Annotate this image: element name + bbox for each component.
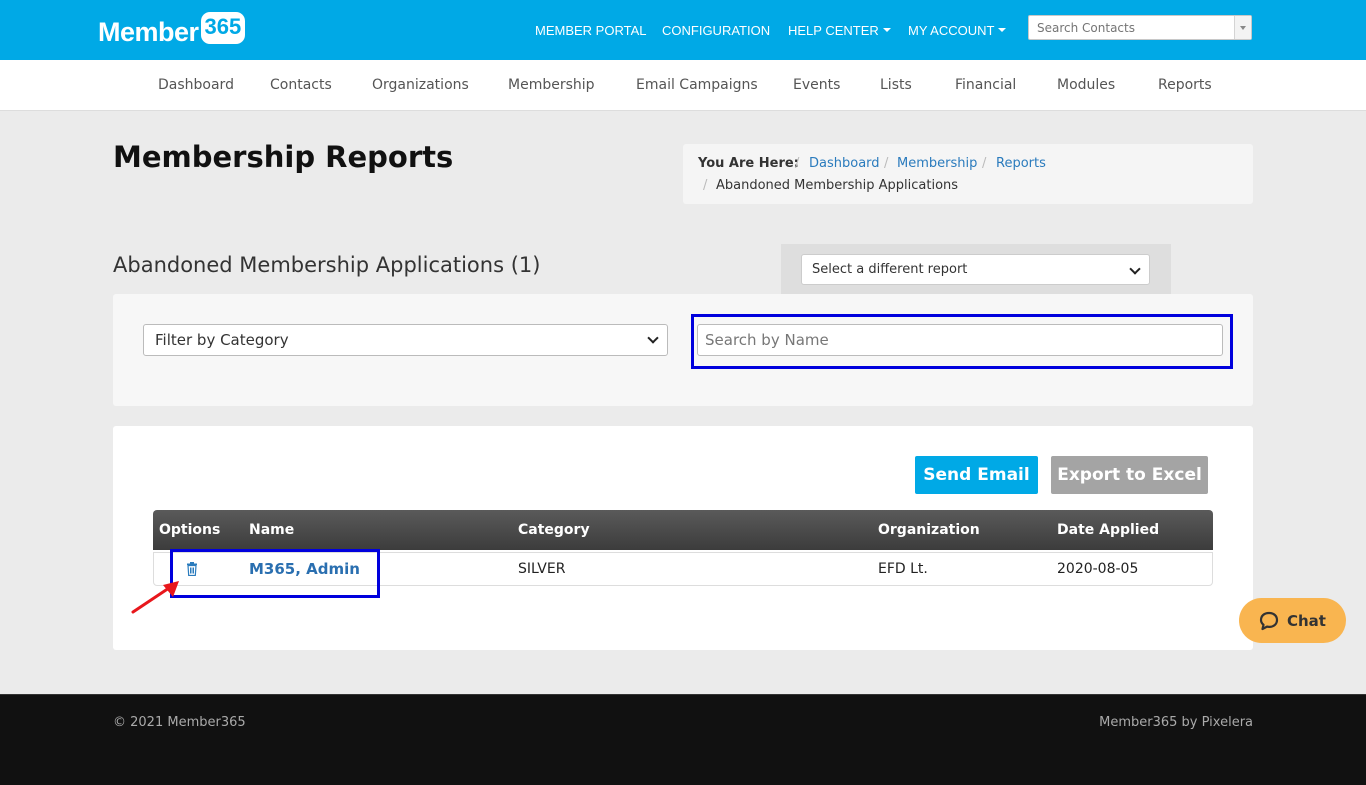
search-contacts-dropdown-toggle[interactable] [1234,16,1251,39]
main-nav-modules[interactable]: Modules [1057,60,1115,111]
column-header-category[interactable]: Category [518,510,590,550]
breadcrumb-separator: / [982,156,987,171]
main-nav-dashboard[interactable]: Dashboard [158,60,234,111]
nav-my-account[interactable]: MY ACCOUNT [908,0,1007,60]
main-nav-financial[interactable]: Financial [955,60,1016,111]
report-select-dropdown[interactable]: Select a different report [801,254,1150,285]
export-excel-button[interactable]: Export to Excel [1051,456,1208,494]
nav-member-portal[interactable]: MEMBER PORTAL [535,0,646,60]
breadcrumb: You Are Here: / Dashboard / Membership /… [683,144,1253,204]
breadcrumb-separator: / [795,156,800,171]
caret-down-icon [998,28,1007,32]
row-highlight-box [170,549,380,598]
report-title: Abandoned Membership Applications (1) [113,253,541,277]
report-select-label: Select a different report [812,262,968,277]
footer: © 2021 Member365 Member365 by Pixelera [0,694,1366,785]
send-email-button[interactable]: Send Email [915,456,1038,494]
footer-copyright: © 2021 Member365 [113,715,246,730]
search-contacts-input[interactable] [1029,16,1234,39]
breadcrumb-current: Abandoned Membership Applications [716,178,959,193]
main-nav-reports[interactable]: Reports [1158,60,1212,111]
main-nav-membership[interactable]: Membership [508,60,595,111]
main-nav-lists[interactable]: Lists [880,60,912,111]
breadcrumb-label: You Are Here: [698,156,799,171]
main-nav-events[interactable]: Events [793,60,840,111]
member-category: SILVER [518,561,566,577]
column-header-options: Options [159,522,221,538]
filter-panel: Filter by Category [113,294,1253,406]
chevron-down-icon [1129,263,1141,275]
breadcrumb-separator: / [884,156,889,171]
category-filter-label: Filter by Category [155,331,289,349]
member365-logo[interactable]: Member 365 [98,10,246,50]
breadcrumb-link-dashboard[interactable]: Dashboard [809,156,880,171]
nav-help-center-label: HELP CENTER [788,22,879,38]
nav-configuration-label: CONFIGURATION [662,22,771,38]
chat-label: Chat [1287,611,1326,630]
nav-member-portal-label: MEMBER PORTAL [535,22,647,38]
column-header-organization[interactable]: Organization [878,510,980,550]
main-nav-email-campaigns[interactable]: Email Campaigns [636,60,758,111]
nav-help-center[interactable]: HELP CENTER [788,0,891,60]
report-select-container: Select a different report [781,244,1171,294]
column-header-date-applied[interactable]: Date Applied [1057,510,1159,550]
nav-configuration[interactable]: CONFIGURATION [662,0,770,60]
results-panel: Send Email Export to Excel Options Name … [113,426,1253,650]
member-organization: EFD Lt. [878,561,928,577]
top-header-bar: Member 365 MEMBER PORTAL CONFIGURATION H… [0,0,1366,60]
name-search-input[interactable] [697,324,1223,356]
nav-my-account-label: MY ACCOUNT [908,22,995,38]
category-filter-select[interactable]: Filter by Category [143,324,668,356]
breadcrumb-separator: / [703,178,708,193]
footer-credit[interactable]: Member365 by Pixelera [1099,715,1253,730]
chevron-down-icon [647,332,659,344]
annotation-arrow-icon [131,581,179,614]
breadcrumb-link-reports[interactable]: Reports [996,156,1046,171]
member-date-applied: 2020-08-05 [1057,561,1139,577]
main-nav: Dashboard Contacts Organizations Members… [0,60,1366,111]
chat-button[interactable]: Chat [1239,598,1346,643]
column-header-name[interactable]: Name [249,510,294,550]
caret-down-icon [882,28,891,32]
logo-badge: 365 [200,12,246,44]
logo-text: Member [98,17,199,47]
table-header: Options Name Category Organization Date … [153,510,1213,550]
search-contacts-box [1028,15,1252,40]
breadcrumb-link-membership[interactable]: Membership [897,156,977,171]
chevron-down-icon [1240,25,1246,30]
chat-bubble-icon [1259,611,1279,630]
main-nav-organizations[interactable]: Organizations [372,60,469,111]
page-title: Membership Reports [113,140,454,174]
main-nav-contacts[interactable]: Contacts [270,60,332,111]
